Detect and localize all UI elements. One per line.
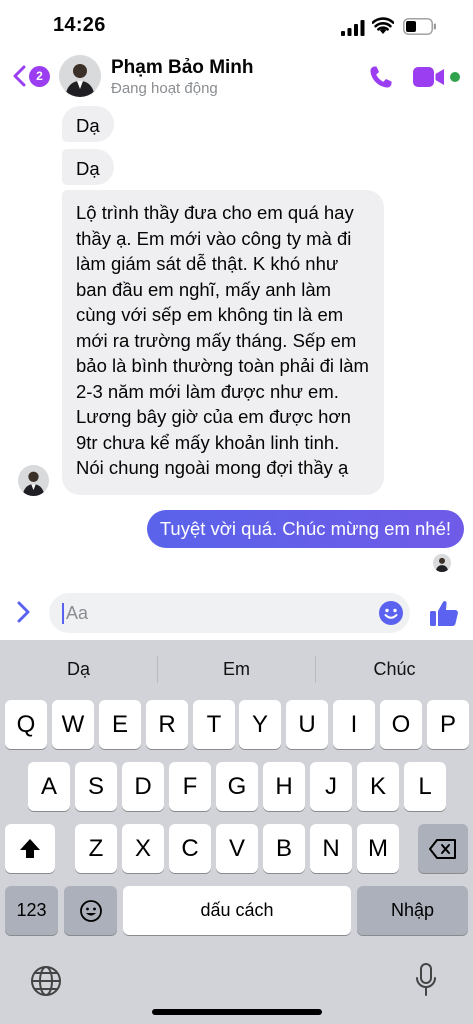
person-avatar-icon — [18, 465, 49, 496]
key-p[interactable]: P — [427, 700, 469, 749]
key-y[interactable]: Y — [239, 700, 281, 749]
key-q[interactable]: Q — [5, 700, 47, 749]
key-x[interactable]: X — [122, 824, 164, 873]
text-caret — [62, 603, 64, 624]
key-g[interactable]: G — [216, 762, 258, 811]
suggestion-item[interactable]: Dạ — [0, 640, 157, 698]
online-status-dot — [450, 72, 460, 82]
home-indicator — [152, 1009, 322, 1015]
chevron-left-icon — [13, 65, 26, 87]
key-k[interactable]: K — [357, 762, 399, 811]
microphone-icon[interactable] — [415, 963, 437, 997]
emoji-face-icon — [79, 899, 102, 922]
suggestion-bar: Dạ Em Chúc — [0, 640, 473, 698]
thumbs-up-icon[interactable] — [429, 599, 459, 627]
battery-icon — [403, 18, 436, 35]
message-input-container[interactable] — [49, 593, 410, 633]
key-s[interactable]: S — [75, 762, 117, 811]
key-v[interactable]: V — [216, 824, 258, 873]
contact-avatar[interactable] — [59, 55, 101, 97]
key-d[interactable]: D — [122, 762, 164, 811]
person-avatar-icon — [433, 554, 451, 572]
status-bar: 14:26 — [0, 0, 473, 50]
cellular-signal-icon — [341, 20, 365, 36]
key-c[interactable]: C — [169, 824, 211, 873]
contact-name[interactable]: Phạm Bảo Minh — [111, 57, 254, 79]
emoji-key[interactable] — [64, 886, 117, 935]
contact-status: Đang hoạt động — [111, 80, 218, 97]
return-key[interactable]: Nhập — [357, 886, 468, 935]
sender-avatar[interactable] — [18, 465, 49, 496]
suggestion-item[interactable]: Chúc — [316, 640, 473, 698]
emoji-icon[interactable] — [378, 600, 404, 626]
message-composer — [0, 588, 473, 638]
incoming-message[interactable]: Dạ — [62, 106, 114, 142]
seen-receipt-avatar — [433, 554, 451, 572]
key-w[interactable]: W — [52, 700, 94, 749]
globe-icon[interactable] — [30, 965, 62, 997]
back-button[interactable]: 2 — [12, 62, 52, 90]
incoming-message[interactable]: Dạ — [62, 149, 114, 185]
key-a[interactable]: A — [28, 762, 70, 811]
outgoing-message[interactable]: Tuyệt vời quá. Chúc mừng em nhé! — [146, 510, 464, 548]
key-r[interactable]: R — [146, 700, 188, 749]
unread-count-badge: 2 — [29, 65, 50, 87]
delete-key[interactable] — [418, 824, 468, 873]
suggestion-item[interactable]: Em — [158, 640, 315, 698]
key-z[interactable]: Z — [75, 824, 117, 873]
shift-arrow-icon — [20, 838, 40, 858]
status-time: 14:26 — [53, 14, 106, 36]
key-m[interactable]: M — [357, 824, 399, 873]
person-avatar-icon — [59, 55, 101, 97]
keyboard: Dạ Em Chúc Q W E R T Y U I O P A S D F G… — [0, 640, 473, 1024]
phone-call-icon[interactable] — [368, 64, 394, 90]
backspace-icon — [429, 838, 456, 859]
key-t[interactable]: T — [193, 700, 235, 749]
shift-key[interactable] — [5, 824, 55, 873]
key-h[interactable]: H — [263, 762, 305, 811]
incoming-message[interactable]: Lộ trình thầy đưa cho em quá hay thầy ạ.… — [62, 190, 384, 495]
key-o[interactable]: O — [380, 700, 422, 749]
chat-header: 2 Phạm Bảo Minh Đang hoạt động — [0, 50, 473, 104]
key-n[interactable]: N — [310, 824, 352, 873]
chevron-right-icon[interactable] — [17, 601, 31, 623]
wifi-icon — [372, 17, 394, 34]
video-call-icon[interactable] — [413, 66, 445, 88]
numbers-key[interactable]: 123 — [5, 886, 58, 935]
key-i[interactable]: I — [333, 700, 375, 749]
key-l[interactable]: L — [404, 762, 446, 811]
key-e[interactable]: E — [99, 700, 141, 749]
key-u[interactable]: U — [286, 700, 328, 749]
key-f[interactable]: F — [169, 762, 211, 811]
message-input[interactable] — [66, 593, 366, 633]
key-b[interactable]: B — [263, 824, 305, 873]
key-j[interactable]: J — [310, 762, 352, 811]
space-key[interactable]: dấu cách — [123, 886, 351, 935]
